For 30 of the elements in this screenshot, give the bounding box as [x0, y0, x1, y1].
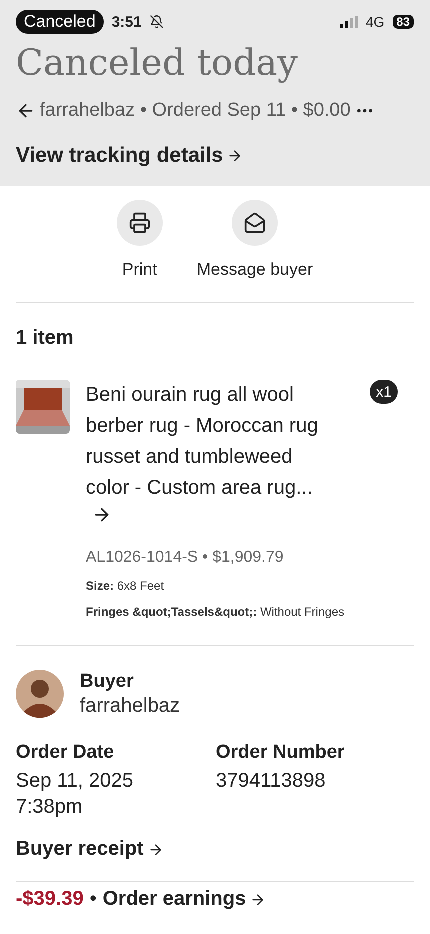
sku-price: AL1026-1014-S • $1,909.79 — [86, 549, 285, 567]
arrow-right-icon — [148, 842, 164, 858]
order-summary: farrahelbaz • Ordered Sep 11 • $0.00 — [40, 100, 351, 122]
action-button[interactable]: Message buyer — [196, 200, 314, 280]
battery-level: 83 — [392, 15, 414, 29]
section-heading: 1 item — [15, 326, 75, 351]
detail-value: Sep 11, 2025 7:38pm — [16, 769, 135, 820]
earnings-amount: -$39.39 — [16, 888, 84, 911]
item-link[interactable]: Beni ourain rug all wool berber rug - Moroccan rug russet and tumbleweed color - Custom area rug... — [86, 380, 336, 535]
detail-label: Order Number — [216, 742, 346, 764]
page-title: Canceled today — [16, 42, 299, 86]
detail-value: 3794113898 — [216, 769, 327, 794]
tracking-link[interactable]: View tracking details — [16, 144, 244, 168]
bell-off-icon — [150, 15, 164, 29]
item-option: Size: 6x8 Feet — [86, 579, 354, 593]
status-badge: Canceled — [16, 10, 104, 34]
receipt-link[interactable]: Buyer receipt — [16, 838, 164, 861]
signal-icon — [340, 16, 358, 28]
earnings-link[interactable]: Order earnings — [102, 888, 266, 911]
buyer-label: Buyer — [80, 670, 135, 692]
separator-dot: • — [90, 888, 97, 911]
avatar — [16, 670, 64, 718]
clock-time: 3:51 — [112, 14, 142, 30]
item-option: Fringes &quot;Tassels&quot;: Without Fringes — [86, 605, 354, 619]
printer-icon — [128, 212, 151, 234]
envelope-icon — [244, 212, 266, 234]
buyer-name: farrahelbaz — [80, 694, 180, 718]
detail-label: Order Date — [16, 742, 116, 764]
network-label: 4G — [366, 14, 385, 30]
quantity-badge: x1 — [370, 380, 398, 404]
